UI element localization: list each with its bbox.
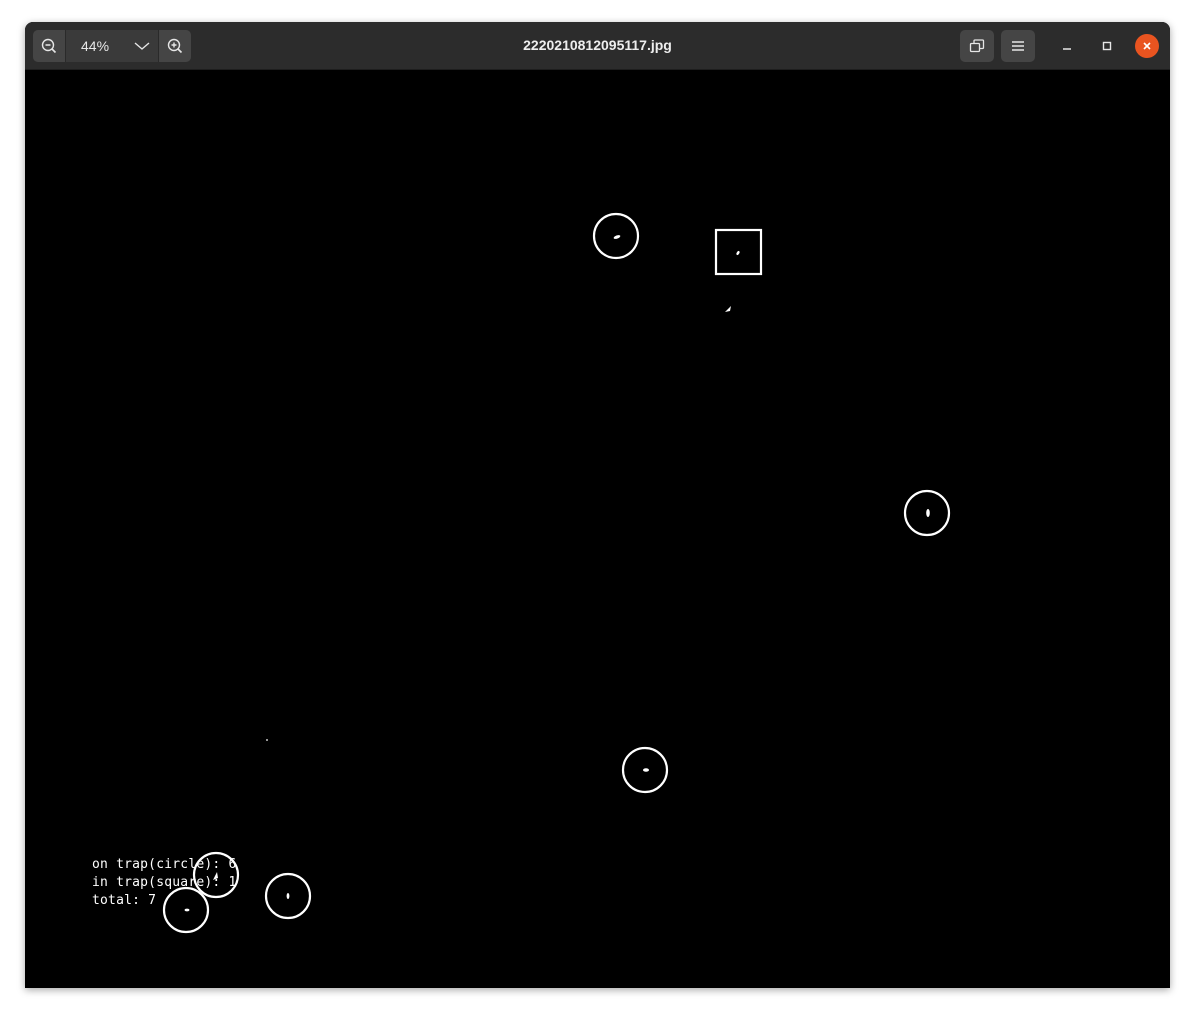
- detection-summary: on trap(circle): 6 in trap(square): 1 to…: [92, 856, 236, 910]
- main-menu-button[interactable]: [1001, 30, 1035, 62]
- zoom-in-icon: [167, 38, 183, 54]
- window-restore-icon: [969, 39, 985, 53]
- maximize-icon: [1102, 41, 1112, 51]
- image-viewer-window: 44% 2220210812095117.jpg on trap(circle)…: [25, 22, 1170, 988]
- image-canvas[interactable]: on trap(circle): 6 in trap(square): 1 to…: [25, 70, 1170, 988]
- maximize-button[interactable]: [1095, 34, 1119, 58]
- total-count-text: total: 7: [92, 893, 157, 908]
- circle-count-text: on trap(circle): 6: [92, 857, 237, 872]
- insect-blob: [926, 509, 930, 517]
- insect-blob: [286, 893, 290, 899]
- zoom-out-icon: [41, 38, 57, 54]
- detection-image: [25, 70, 1170, 988]
- restore-view-button[interactable]: [960, 30, 994, 62]
- title-bar: 44% 2220210812095117.jpg: [25, 22, 1170, 70]
- zoom-level-selector[interactable]: 44%: [66, 30, 158, 62]
- square-count-text: in trap(square): 1: [92, 875, 237, 890]
- insect-blob: [266, 739, 268, 741]
- chevron-down-icon: [134, 42, 150, 50]
- hamburger-menu-icon: [1012, 41, 1024, 51]
- zoom-control: 44%: [33, 30, 191, 62]
- zoom-level-value: 44%: [81, 38, 110, 54]
- close-icon: [1143, 42, 1151, 50]
- minimize-icon: [1063, 48, 1071, 50]
- zoom-out-button[interactable]: [33, 30, 66, 62]
- insect-blob: [643, 768, 649, 772]
- window-title: 2220210812095117.jpg: [523, 37, 672, 53]
- minimize-button[interactable]: [1055, 34, 1079, 58]
- zoom-in-button[interactable]: [158, 30, 191, 62]
- close-button[interactable]: [1135, 34, 1159, 58]
